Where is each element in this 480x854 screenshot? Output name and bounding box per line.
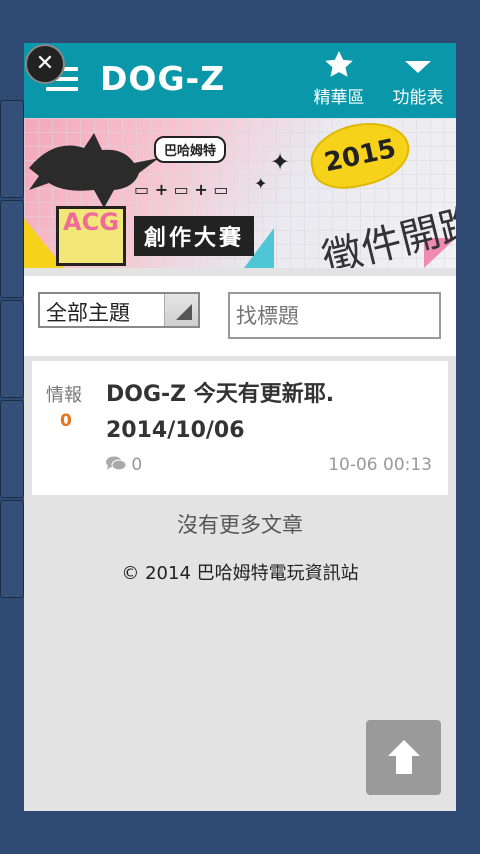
comment-icon [106,456,127,471]
featured-label: 精華區 [313,88,365,108]
site-logo: 巴哈姆特 [154,136,227,163]
arrow-up-icon [388,740,420,774]
title-search-input[interactable] [228,292,441,339]
post-time: 10-06 00:13 [328,455,432,475]
background-tabs [0,100,24,600]
contest-banner[interactable]: 巴哈姆特 ▭ + ▭ + ▭ ✦ ✦ 2015 ACG 創作大賽 徵件開跑 [24,118,456,268]
media-icons: ▭ + ▭ + ▭ [134,180,229,199]
post-title[interactable]: DOG-Z 今天有更新耶. 2014/10/06 [106,377,436,449]
menu-button[interactable]: 功能表 [386,49,450,108]
sparkle-icon: ✦ [254,174,268,193]
copyright: © 2014 巴哈姆特電玩資訊站 [121,563,359,584]
menu-label: 功能表 [392,88,444,108]
header-bar: DOG-Z 精華區 功能表 [24,43,456,118]
close-icon: ✕ [35,51,55,76]
post-item[interactable]: 情報 0 DOG-Z 今天有更新耶. 2014/10/06 0 10-06 00… [32,361,448,495]
select-arrow-icon [164,294,198,326]
featured-button[interactable]: 精華區 [307,49,371,108]
close-button[interactable]: ✕ [25,44,65,84]
topic-select[interactable]: 全部主題 [38,292,200,328]
topic-select-value: 全部主題 [46,301,130,325]
back-to-top-button[interactable] [366,720,441,795]
sparkle-icon: ✦ [270,148,291,176]
comment-count: 0 [131,455,143,475]
board-panel: DOG-Z 精華區 功能表 巴哈姆特 ▭ + ▭ + ▭ ✦ ✦ 2015 AC… [24,43,456,811]
board-title: DOG-Z [100,59,226,98]
filter-bar: 全部主題 [24,276,456,356]
post-gp-count: 0 [60,411,72,431]
background-tab [0,200,24,298]
background-tab [0,500,24,598]
acg-badge: ACG [56,206,126,266]
chevron-down-icon [405,61,431,73]
post-category: 情報 [46,385,82,406]
background-tab [0,100,24,198]
dragon-icon [29,133,159,208]
background-tab [0,300,24,398]
no-more-posts: 沒有更多文章 [177,513,303,537]
star-icon [325,51,353,77]
contest-label: 創作大賽 [134,216,255,256]
post-comments: 0 [106,455,142,475]
background-tab [0,400,24,498]
